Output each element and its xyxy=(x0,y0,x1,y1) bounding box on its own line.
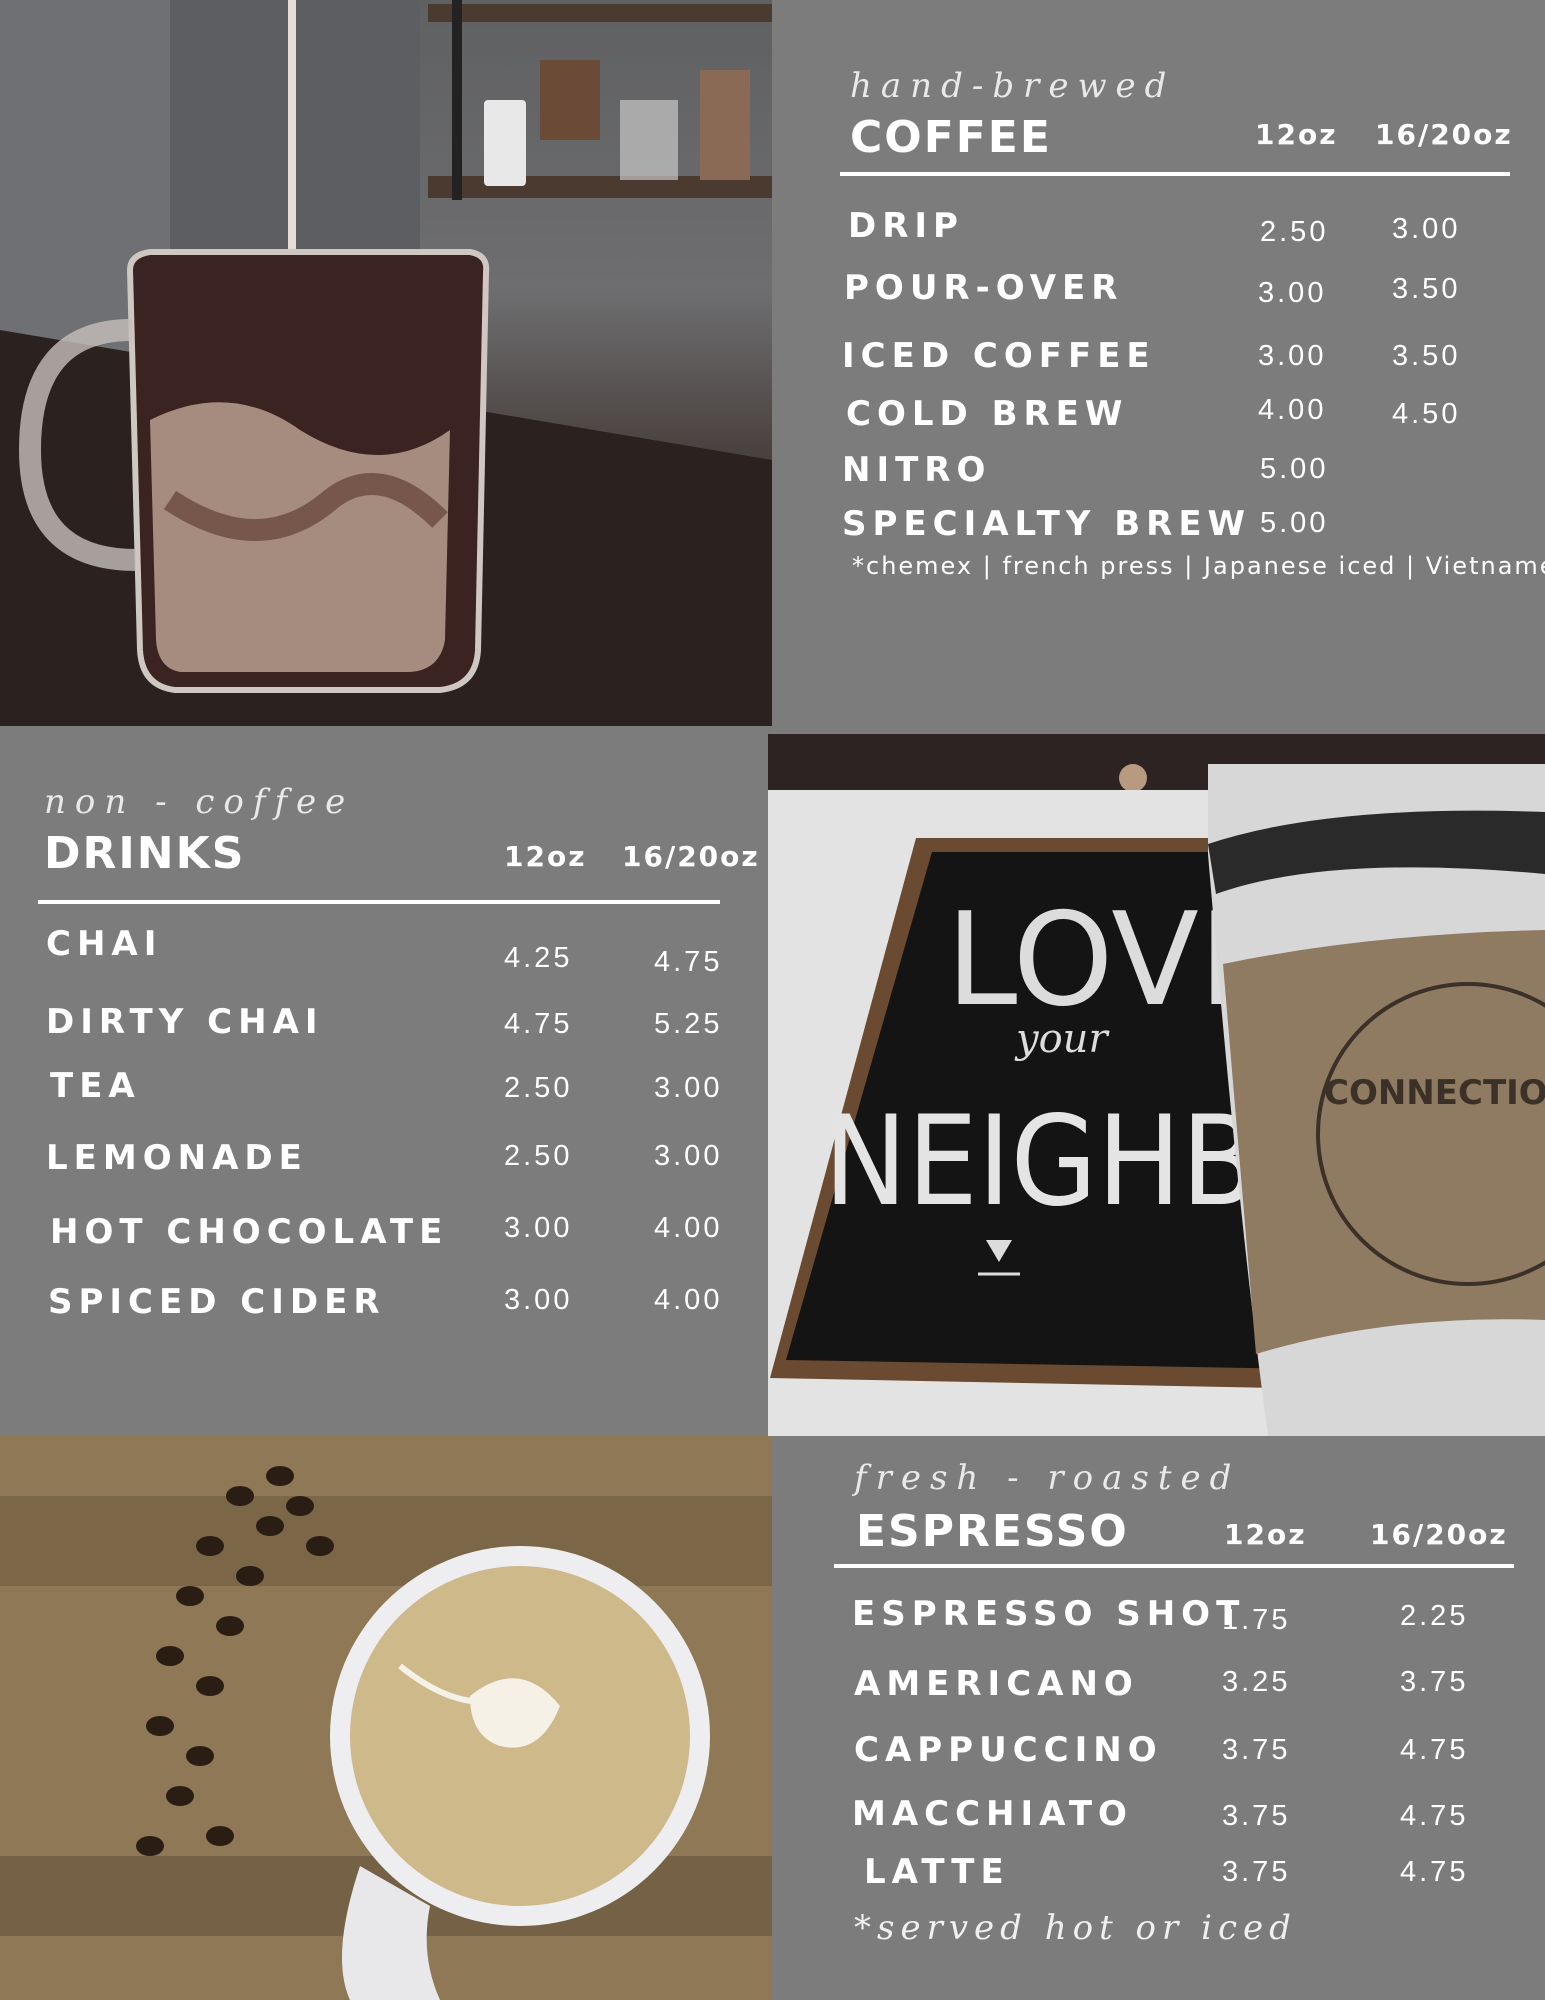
coffee-item-price-large: 3.50 xyxy=(1392,273,1461,305)
espresso-item-name: AMERICANO xyxy=(854,1664,1139,1704)
coffee-item-price-large: 3.50 xyxy=(1392,340,1461,372)
drinks-item-price-large: 4.00 xyxy=(654,1284,723,1316)
drinks-item-price-large: 3.00 xyxy=(654,1072,723,1104)
coffee-item-name: COLD BREW xyxy=(846,394,1129,434)
coffee-item-price-small: 2.50 xyxy=(1260,216,1329,248)
espresso-item-name: LATTE xyxy=(864,1852,1010,1892)
coffee-item-name: DRIP xyxy=(848,206,964,246)
coffee-item-price-small: 3.00 xyxy=(1258,340,1327,372)
espresso-item-name: CAPPUCCINO xyxy=(854,1730,1163,1770)
drinks-script-title: non - coffee xyxy=(44,782,355,822)
drinks-size-small-header: 12oz xyxy=(504,840,587,873)
drinks-divider xyxy=(38,900,720,904)
coffee-script-title: hand-brewed xyxy=(850,66,1176,106)
espresso-title: ESPRESSO xyxy=(856,1506,1129,1557)
coffee-size-small-header: 12oz xyxy=(1255,118,1338,151)
drinks-item-price-large: 4.75 xyxy=(654,946,723,978)
drinks-title: DRINKS xyxy=(44,828,246,879)
drinks-item-name: HOT CHOCOLATE xyxy=(50,1212,449,1252)
coffee-item-price-large: 3.00 xyxy=(1392,213,1461,245)
latte-illustration xyxy=(0,1436,772,2000)
coffee-menu-panel: hand-brewed COFFEE 12oz 16/20oz DRIP 2.5… xyxy=(772,0,1545,734)
coffee-title: COFFEE xyxy=(850,112,1052,163)
drinks-item-price-small: 3.00 xyxy=(504,1212,573,1244)
espresso-item-name: ESPRESSO SHOT xyxy=(852,1594,1246,1634)
cup-logo-text: CONNECTIONS xyxy=(1324,1073,1545,1113)
espresso-item-price-large: 4.75 xyxy=(1400,1734,1469,1766)
latte-photo xyxy=(0,1436,772,2000)
drinks-item-price-small: 4.25 xyxy=(504,942,573,974)
espresso-item-price-large: 4.75 xyxy=(1400,1856,1469,1888)
coffee-item-price-small: 4.00 xyxy=(1258,394,1327,426)
coffee-item-name: SPECIALTY BREW xyxy=(842,504,1252,544)
espresso-footnote: *served hot or iced xyxy=(854,1908,1297,1948)
coffee-divider xyxy=(840,172,1510,176)
espresso-item-price-small: 3.25 xyxy=(1222,1666,1291,1698)
coffee-size-large-header: 16/20oz xyxy=(1375,118,1513,151)
drinks-item-price-small: 2.50 xyxy=(504,1140,573,1172)
espresso-item-price-small: 3.75 xyxy=(1222,1800,1291,1832)
coffee-item-name: ICED COFFEE xyxy=(842,336,1156,376)
drinks-item-name: LEMONADE xyxy=(46,1138,308,1178)
espresso-divider xyxy=(834,1564,1514,1568)
drinks-item-name: CHAI xyxy=(46,924,163,964)
espresso-item-price-large: 2.25 xyxy=(1400,1600,1469,1632)
drinks-item-price-small: 3.00 xyxy=(504,1284,573,1316)
espresso-item-name: MACCHIATO xyxy=(852,1794,1133,1834)
coffee-item-price-small: 5.00 xyxy=(1260,507,1329,539)
coffee-item-name: POUR-OVER xyxy=(844,268,1124,308)
drinks-menu-panel: non - coffee DRINKS 12oz 16/20oz CHAI 4.… xyxy=(0,726,768,1436)
drinks-item-price-small: 4.75 xyxy=(504,1008,573,1040)
coffee-item-price-large: 4.50 xyxy=(1392,398,1461,430)
espresso-item-price-large: 4.75 xyxy=(1400,1800,1469,1832)
drinks-item-price-small: 2.50 xyxy=(504,1072,573,1104)
coffee-item-price-small: 5.00 xyxy=(1260,453,1329,485)
coffee-item-name: NITRO xyxy=(842,450,992,490)
espresso-item-price-large: 3.75 xyxy=(1400,1666,1469,1698)
espresso-item-price-small: 1.75 xyxy=(1222,1604,1291,1636)
iced-coffee-photo xyxy=(0,0,772,726)
drinks-size-large-header: 16/20oz xyxy=(622,840,760,873)
espresso-item-price-small: 3.75 xyxy=(1222,1734,1291,1766)
espresso-size-small-header: 12oz xyxy=(1224,1518,1307,1551)
drinks-item-name: SPICED CIDER xyxy=(48,1282,386,1322)
espresso-item-price-small: 3.75 xyxy=(1222,1856,1291,1888)
espresso-script-title: fresh - roasted xyxy=(854,1458,1241,1498)
love-your-neighbor-photo: LOVE your NEIGHBOR CONNECTIONS xyxy=(768,734,1545,1436)
drinks-item-name: TEA xyxy=(50,1066,141,1106)
espresso-menu-panel: fresh - roasted ESPRESSO 12oz 16/20oz ES… xyxy=(772,1436,1545,2000)
sign-line-your: your xyxy=(1014,1016,1110,1062)
espresso-size-large-header: 16/20oz xyxy=(1370,1518,1508,1551)
iced-coffee-illustration xyxy=(0,0,772,726)
drinks-item-price-large: 4.00 xyxy=(654,1212,723,1244)
drinks-item-price-large: 3.00 xyxy=(654,1140,723,1172)
coffee-footnote: *chemex | french press | Japanese iced |… xyxy=(852,552,1545,580)
chalkboard-sign-illustration: LOVE your NEIGHBOR CONNECTIONS xyxy=(768,734,1545,1436)
drinks-item-name: DIRTY CHAI xyxy=(46,1002,324,1042)
drinks-item-price-large: 5.25 xyxy=(654,1008,723,1040)
coffee-item-price-small: 3.00 xyxy=(1258,277,1327,309)
